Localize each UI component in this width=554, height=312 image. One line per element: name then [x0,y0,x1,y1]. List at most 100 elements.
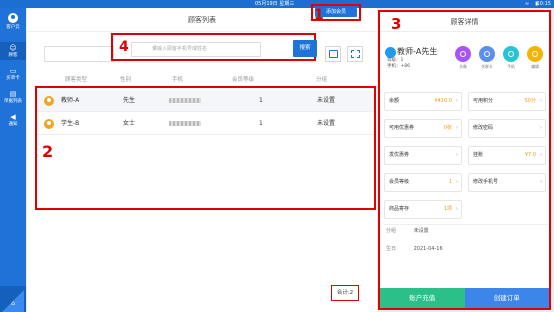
cell-gender: 女士 [123,120,136,127]
cell-balance[interactable]: 余额 ¥410.0 › [384,92,462,111]
table-row[interactable]: 学生-B 女士 1 未设置 [37,113,374,135]
birthday-value: 2021-04-16 [413,246,443,252]
cell-value: 1项 [443,206,452,212]
status-bar: 05月19日 星期三 ≈ ▮ 10:15 [0,0,554,8]
table-row[interactable]: 教师-A 先生 1 未设置 [37,90,374,112]
cell-issue-coupon[interactable]: 发优惠券 › [384,146,462,165]
sidebar-user[interactable]: 客户云 [0,13,26,30]
action-edit[interactable]: 编辑 [524,46,546,70]
group-label: 分组 [386,228,397,234]
search-button[interactable]: 搜索 [293,40,317,57]
cell-change-phone[interactable]: 修改手机号 › [468,173,546,192]
sidebar-item-card[interactable]: ▭ 买单卡 [0,65,26,83]
customer-avatar [44,96,54,106]
birthday-row: 生日 2021-04-16 [386,245,443,252]
cell-label: 会员等级 [389,179,410,185]
customer-avatar [44,119,54,129]
card-icon: ▭ [9,67,17,75]
card-reader-button[interactable] [325,46,341,62]
cell-label: 修改密码 [473,125,494,131]
app-window: 05月19日 星期三 ≈ ▮ 10:15 客户云 ☺ 顾客 ▭ 买单卡 ▤ 单据列… [0,0,554,312]
chevron-right-icon: › [456,152,458,158]
customer-table: 教师-A 先生 1 未设置 学生-B 女士 1 未设置 2 [35,86,376,210]
customer-name: 教师-A先生 [397,47,438,56]
create-order-button[interactable]: 创建订单 [464,288,549,308]
col-phone: 手机 [172,77,184,83]
action-avatar[interactable]: 头像 [452,46,474,70]
customer-phone: 手机：+86 [387,64,410,69]
action-link-card[interactable]: 关联卡 [476,46,498,70]
search-area: 4 请输入顾客手机号或姓名 ⌕ 搜索 [111,33,317,61]
wifi-icon: ≈ [525,1,530,7]
cell-credit[interactable]: 挂账 ¥7.0 › [468,146,546,165]
scan-button[interactable] [347,46,363,62]
cell-label: 可用优惠券 [389,125,415,131]
cell-gender: 先生 [123,97,136,104]
cell-label: 余额 [389,98,400,104]
sidebar-item-label: 单据列表 [4,99,22,104]
sidebar: 客户云 ☺ 顾客 ▭ 买单卡 ▤ 单据列表 ◀ 通知 ⌂ [0,8,26,312]
card-icon [329,50,338,58]
cell-points[interactable]: 可用积分 50分 › [468,92,546,111]
cell-label: 修改手机号 [473,179,499,185]
customer-detail-panel: 顾客详情 3 教师-A先生 等级：1 手机：+86 头像 关联卡 手机 编辑 余… [378,10,551,310]
divider [384,224,548,225]
col-type[interactable]: 顾客类型 [65,75,87,83]
cell-phone-masked [169,98,201,103]
total-count: 合计:2 [331,285,359,301]
action-label: 头像 [459,64,467,69]
cell-change-password[interactable]: 修改密码 › [468,119,546,138]
scan-icon [351,50,360,58]
cell-phone-masked [169,121,201,126]
col-gender: 性别 [120,77,132,83]
home-icon: ⌂ [11,300,15,307]
group-value: 未设置 [413,228,429,234]
cell-member-level[interactable]: 会员等级 1 › [384,173,462,192]
annotation-2: 2 [42,142,54,161]
cell-name: 学生-B [61,120,80,127]
panel-title: 顾客详情 [380,12,549,32]
camera-icon [455,46,471,62]
sidebar-item-customers[interactable]: ☺ 顾客 [0,42,26,60]
cell-value: ¥410.0 [434,98,453,104]
sidebar-item-label: 买单卡 [6,76,20,81]
user-avatar-icon [8,13,18,23]
list-icon: ▤ [9,90,17,98]
cell-group: 未设置 [317,120,336,127]
chevron-right-icon: › [540,125,542,131]
sidebar-item-label: 顾客 [8,53,18,58]
pencil-icon [527,46,543,62]
chevron-right-icon: › [540,152,542,158]
status-datetime: 05月19日 星期三 [255,1,295,7]
cell-value: 0张 [443,125,452,131]
col-group[interactable]: 分组 [316,75,327,83]
speaker-icon: ◀ [10,113,16,121]
cell-coupons[interactable]: 可用优惠券 0张 › [384,119,462,138]
detail-actions: 账户充值 创建订单 [380,288,549,308]
annotation-4: 4 [119,39,129,55]
group-row: 分组 未设置 [386,227,429,234]
action-phone[interactable]: 手机 [500,46,522,70]
chevron-right-icon: › [456,125,458,131]
cell-level: 1 [259,120,263,127]
cell-storage[interactable]: 商品寄存 1项 › [384,200,462,219]
sidebar-item-notify[interactable]: ◀ 通知 [0,111,26,129]
sidebar-user-label: 客户云 [6,25,20,30]
cell-name: 教师-A [61,97,80,104]
birthday-label: 生日 [386,246,397,252]
link-icon [479,46,495,62]
cell-value: ¥7.0 [524,152,536,158]
recharge-button[interactable]: 账户充值 [380,288,465,308]
phone-icon [503,46,519,62]
left-filter-box[interactable] [44,46,114,62]
customers-icon: ☺ [9,44,17,52]
sidebar-footer[interactable]: ⌂ [0,286,26,312]
annotation-1: 1 [314,7,324,23]
chevron-right-icon: › [456,206,458,212]
annotation-3: 3 [391,15,402,33]
search-icon: ⌕ [153,44,157,51]
sidebar-item-orders[interactable]: ▤ 单据列表 [0,88,26,106]
col-level[interactable]: 会员等级 [232,75,254,83]
cell-label: 商品寄存 [389,206,410,212]
search-input[interactable]: 请输入顾客手机号或姓名 [131,42,261,57]
